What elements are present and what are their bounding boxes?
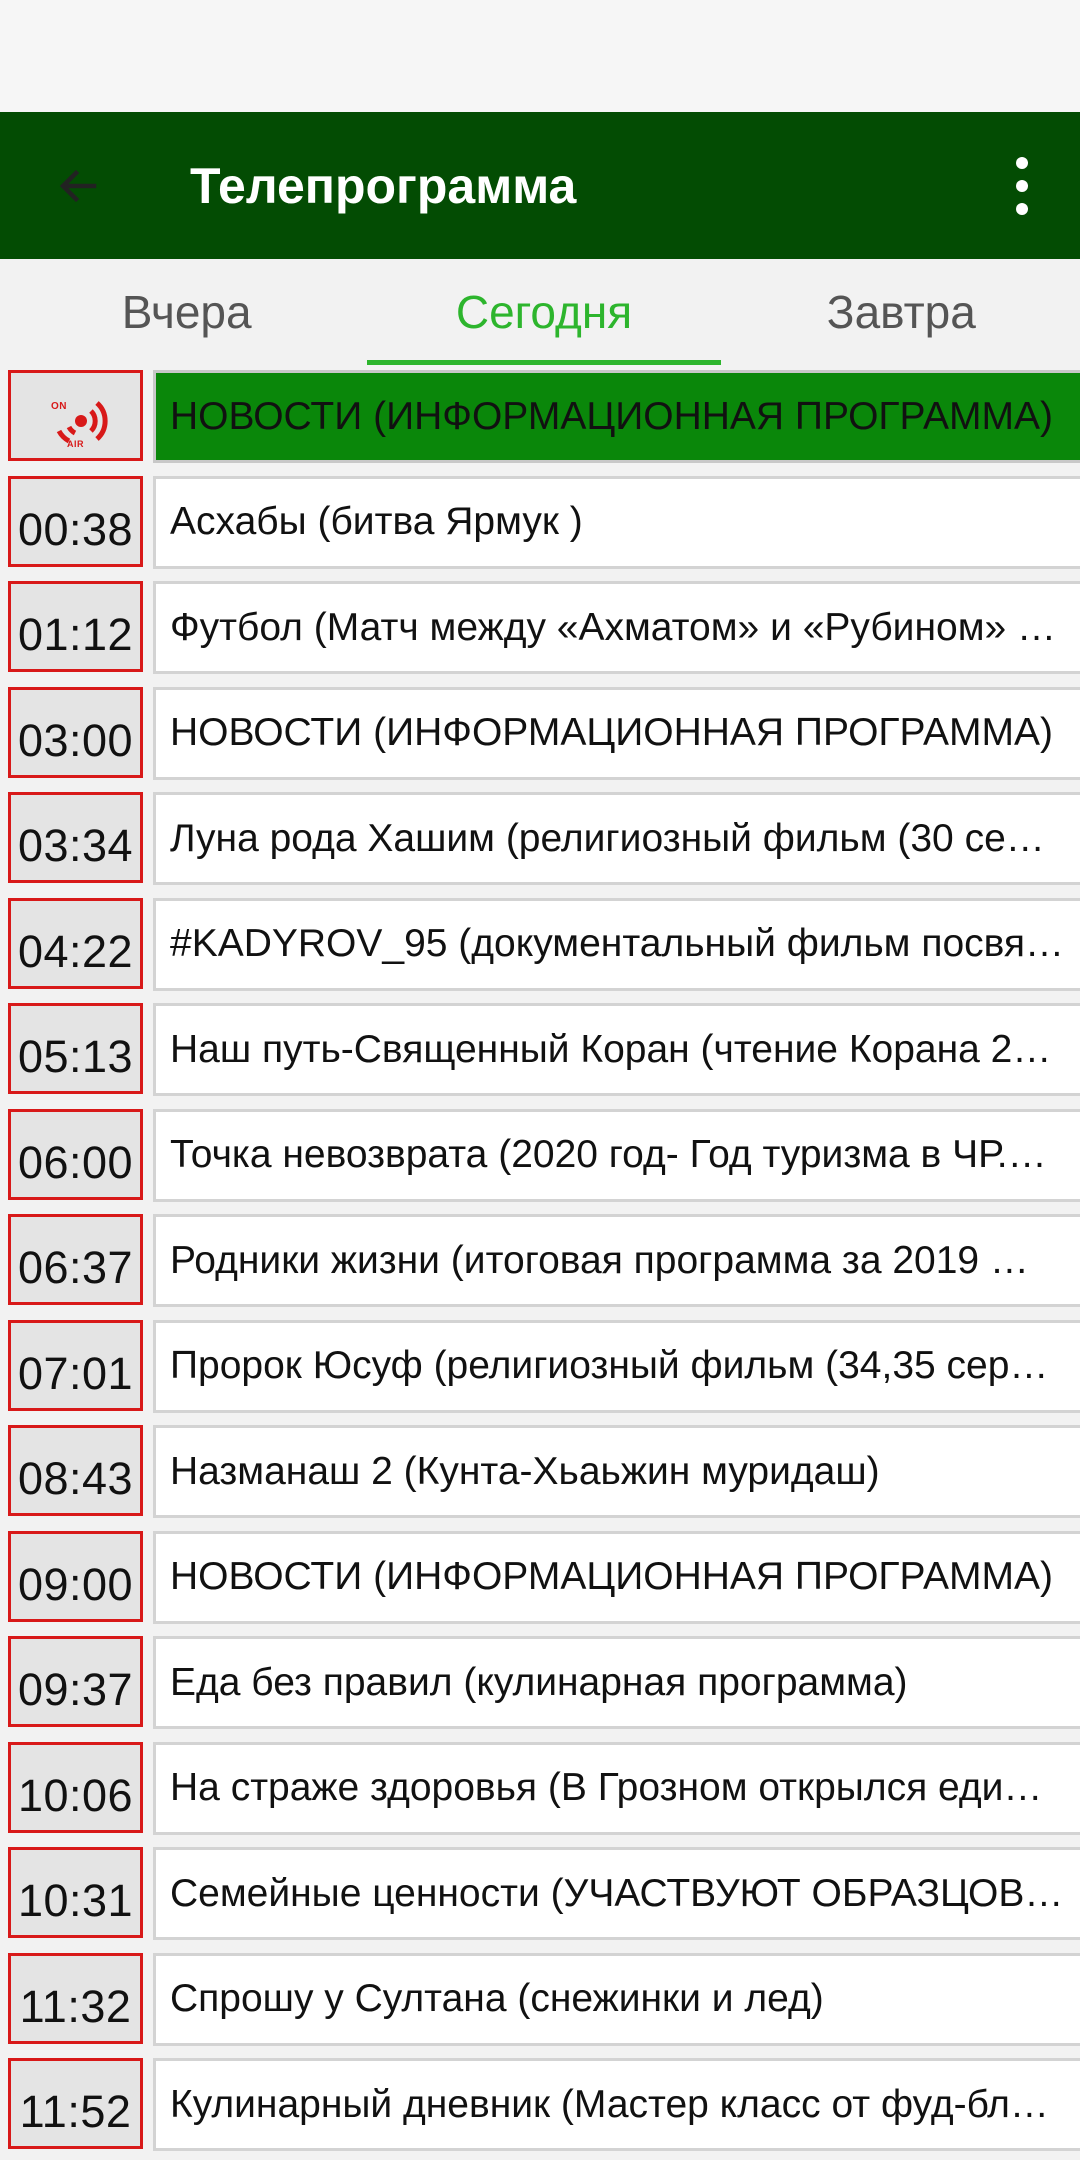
schedule-title: Точка невозврата (2020 год- Год туризма … [153,1108,1080,1202]
schedule-title: Назманаш 2 (Кунта-Хьаьжин муридаш) [153,1425,1080,1518]
schedule-title-text: НОВОСТИ (ИНФОРМАЦИОННАЯ ПРОГРАММА) [170,1555,1053,1598]
schedule-time: 07:01 [8,1319,143,1411]
schedule-title: НОВОСТИ (ИНФОРМАЦИОННАЯ ПРОГРАММА) [153,1530,1080,1624]
schedule-title: Кулинарный дневник (Мастер класс от фуд-… [153,2058,1080,2151]
schedule-title-text: Асхабы (битва Ярмук ) [170,500,583,543]
on-air-label-top: ON [51,401,67,412]
schedule-time: 06:37 [8,1214,143,1305]
status-bar [0,0,1080,112]
schedule-time: 10:06 [8,1741,143,1833]
schedule-row[interactable]: 01:12 Футбол (Матч между «Ахматом» и «Руб… [0,576,1080,676]
schedule-title-text: НОВОСТИ (ИНФОРМАЦИОННАЯ ПРОГРАММА) [170,394,1053,438]
schedule-row[interactable]: 06:37 Родники жизни (итоговая программа з… [0,1209,1080,1309]
tv-schedule-screen: Телепрограмма Вчера Сегодня Завтра ON AIR… [0,0,1080,2160]
schedule-title: Семейные ценности (УЧАСТВУЮТ ОБРАЗЦОВ… [153,1847,1080,1940]
schedule-title-text: На страже здоровья (В Грозном открылся е… [170,1766,1043,1809]
more-vertical-icon-dot [1016,203,1028,215]
schedule-title: Футбол (Матч между «Ахматом» и «Рубином»… [153,581,1080,674]
schedule-row[interactable]: 07:01 Пророк Юсуф (религиозный фильм (34,… [0,1315,1080,1415]
on-air-badge: ON AIR [8,370,143,461]
schedule-time: 11:52 [8,2058,143,2149]
schedule-title-text: Луна рода Хашим (религиозный фильм (30 с… [170,816,1045,860]
tab-tomorrow[interactable]: Завтра [723,259,1080,365]
on-air-label-bottom: AIR [67,439,84,449]
schedule-title-text: Назманаш 2 (Кунта-Хьаьжин муридаш) [170,1449,880,1493]
schedule-time: 00:38 [8,475,143,567]
schedule-time: 03:00 [8,686,143,778]
schedule-title: #KADYROV_95 (документальный фильм посвя… [153,897,1080,991]
schedule-time: 06:00 [8,1108,143,1200]
schedule-time: 08:43 [8,1425,143,1516]
schedule-time: 10:31 [8,1847,143,1938]
day-tabs: Вчера Сегодня Завтра [8,259,1080,365]
schedule-row[interactable]: 04:22 #KADYROV_95 (документальный фильм п… [0,893,1080,993]
schedule-row-live[interactable]: ON AIR НОВОСТИ (ИНФОРМАЦИОННАЯ ПРОГРАММА) [0,365,1080,465]
arrow-back-icon [59,169,97,203]
schedule-row[interactable]: 11:32 Спрошу у Султана (снежинки и лед) [0,1948,1080,2048]
schedule-row[interactable]: 09:37 Еда без правил (кулинарная программ… [0,1631,1080,1731]
schedule-title: Пророк Юсуф (религиозный фильм (34,35 се… [153,1319,1080,1413]
schedule-row[interactable]: 00:38 Асхабы (битва Ярмук ) [0,471,1080,571]
schedule-title-text: Спрошу у Султана (снежинки и лед) [170,1977,824,2020]
schedule-title-text: Семейные ценности (УЧАСТВУЮТ ОБРАЗЦОВ… [170,1871,1064,1915]
more-vertical-icon-dot [1016,180,1028,192]
schedule-title: Асхабы (битва Ярмук ) [153,475,1080,569]
schedule-title-text: Пророк Юсуф (религиозный фильм (34,35 се… [170,1344,1049,1387]
schedule-row[interactable]: 09:00 НОВОСТИ (ИНФОРМАЦИОННАЯ ПРОГРАММА) [0,1526,1080,1626]
schedule-time: 09:00 [8,1530,143,1622]
schedule-row[interactable]: 08:43 Назманаш 2 (Кунта-Хьаьжин муридаш) [0,1420,1080,1520]
schedule-title: Еда без правил (кулинарная программа) [153,1636,1080,1729]
schedule-title: НОВОСТИ (ИНФОРМАЦИОННАЯ ПРОГРАММА) [153,370,1080,463]
schedule-row[interactable]: 05:13 Наш путь-Священный Коран (чтение Ко… [0,998,1080,1098]
schedule-title: Луна рода Хашим (религиозный фильм (30 с… [153,792,1080,885]
schedule-row[interactable]: 10:31 Семейные ценности (УЧАСТВУЮТ ОБРАЗЦ… [0,1842,1080,1942]
schedule-title: Родники жизни (итоговая программа за 201… [153,1214,1080,1307]
more-options-button[interactable] [996,140,1048,232]
schedule-row[interactable]: 06:00 Точка невозврата (2020 год- Год тур… [0,1104,1080,1204]
schedule-time: 03:34 [8,792,143,883]
on-air-icon: ON AIR [51,401,108,449]
schedule-title: Наш путь-Священный Коран (чтение Корана … [153,1003,1080,1096]
tab-today[interactable]: Сегодня [365,259,722,365]
back-button[interactable] [32,140,124,232]
schedule-title: На страже здоровья (В Грозном открылся е… [153,1741,1080,1835]
tab-yesterday[interactable]: Вчера [8,259,365,365]
app-bar: Телепрограмма [0,112,1080,259]
schedule-title-text: Кулинарный дневник (Мастер класс от фуд-… [170,2082,1049,2126]
schedule-title-text: Точка невозврата (2020 год- Год туризма … [170,1133,1047,1176]
schedule-title: Спрошу у Султана (снежинки и лед) [153,1952,1080,2046]
schedule-title-text: #KADYROV_95 (документальный фильм посвя… [170,922,1065,965]
schedule-title-text: Футбол (Матч между «Ахматом» и «Рубином»… [170,605,1057,649]
schedule-title-text: Наш путь-Священный Коран (чтение Корана … [170,1027,1052,1071]
schedule-title-text: Еда без правил (кулинарная программа) [170,1660,908,1704]
schedule-title: НОВОСТИ (ИНФОРМАЦИОННАЯ ПРОГРАММА) [153,686,1080,780]
schedule-time: 01:12 [8,581,143,672]
schedule-time: 05:13 [8,1003,143,1094]
schedule-time: 04:22 [8,897,143,989]
schedule-row[interactable]: 03:00 НОВОСТИ (ИНФОРМАЦИОННАЯ ПРОГРАММА) [0,682,1080,782]
schedule-row[interactable]: 03:34 Луна рода Хашим (религиозный фильм … [0,787,1080,887]
schedule-row[interactable]: 10:06 На страже здоровья (В Грозном откры… [0,1737,1080,1837]
schedule-time: 11:32 [8,1952,143,2044]
page-title: Телепрограмма [190,157,577,214]
schedule-time: 09:37 [8,1636,143,1727]
schedule-title-text: НОВОСТИ (ИНФОРМАЦИОННАЯ ПРОГРАММА) [170,711,1053,754]
schedule-row[interactable]: 11:52 Кулинарный дневник (Мастер класс от… [0,2053,1080,2153]
schedule-title-text: Родники жизни (итоговая программа за 201… [170,1238,1029,1282]
more-vertical-icon [1016,157,1028,169]
